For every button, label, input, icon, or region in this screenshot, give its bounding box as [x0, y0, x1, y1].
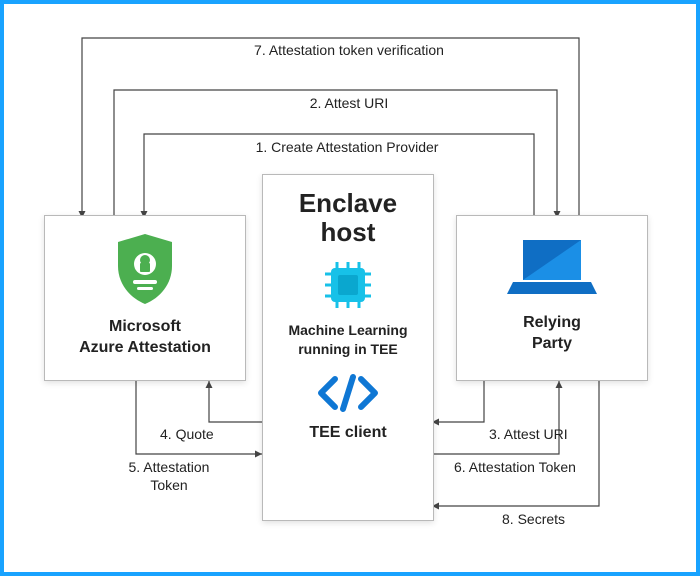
- enclave-host-title: Enclave host: [263, 189, 433, 246]
- label-line: Machine Learning: [288, 322, 407, 338]
- step-1-label: 1. Create Attestation Provider: [232, 139, 462, 155]
- laptop-icon: [457, 236, 647, 303]
- step-6-label: 6. Attestation Token: [454, 459, 576, 475]
- label-line: running in TEE: [298, 341, 398, 357]
- step-5-label: 5. Attestation Token: [104, 459, 234, 494]
- label-line: Enclave: [299, 188, 397, 218]
- step-3-label: 3. Attest URI: [489, 426, 568, 442]
- label-line: Azure Attestation: [79, 339, 211, 356]
- step-2-label: 2. Attest URI: [264, 95, 434, 111]
- azure-attestation-title: Microsoft Azure Attestation: [45, 317, 245, 359]
- enclave-host-box: Enclave host Machine Learning running in…: [262, 174, 434, 521]
- step-4-label: 4. Quote: [160, 426, 214, 442]
- chip-icon: [263, 258, 433, 317]
- relying-party-title: Relying Party: [457, 313, 647, 355]
- label-line: Token: [150, 477, 187, 493]
- step-7-label: 7. Attestation token verification: [204, 42, 494, 58]
- label-line: 5. Attestation: [129, 459, 210, 475]
- step-8-label: 8. Secrets: [502, 511, 565, 527]
- label-line: Party: [532, 335, 572, 352]
- code-icon: [263, 373, 433, 418]
- label-line: Microsoft: [109, 318, 181, 335]
- enclave-ml-label: Machine Learning running in TEE: [263, 321, 433, 359]
- label-line: host: [321, 217, 376, 247]
- label-line: Relying: [523, 314, 581, 331]
- tee-client-label: TEE client: [263, 422, 433, 444]
- relying-party-box: Relying Party: [456, 215, 648, 381]
- shield-icon: [45, 232, 245, 311]
- diagram-frame: Microsoft Azure Attestation Enclave host…: [0, 0, 700, 576]
- azure-attestation-box: Microsoft Azure Attestation: [44, 215, 246, 381]
